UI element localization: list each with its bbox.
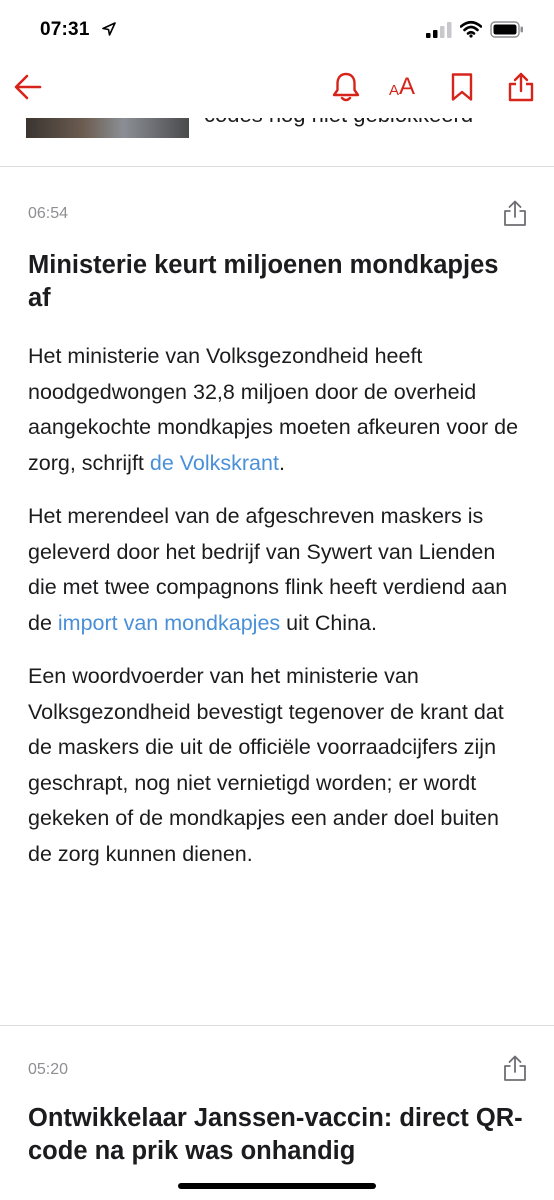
bookmark-icon [451, 73, 473, 101]
status-bar: 07:31 [0, 0, 554, 56]
share-button[interactable] [505, 71, 537, 103]
article-headline: Ontwikkelaar Janssen-vaccin: direct QR-c… [28, 1104, 523, 1165]
share-icon[interactable] [502, 1054, 528, 1082]
battery-icon [490, 21, 523, 38]
arrow-left-icon [14, 74, 42, 100]
article-paragraph: Het ministerie van Volksgezondheid heeft… [28, 339, 528, 481]
news-item: 06:54 Ministerie keurt miljoenen mondkap… [0, 167, 554, 1025]
font-size-button[interactable]: A A [387, 71, 419, 103]
location-arrow-icon [102, 22, 116, 36]
article-headline: Ministerie keurt miljoenen mondkapjes af [28, 251, 499, 312]
article-toolbar: A A [0, 56, 554, 118]
home-indicator[interactable] [178, 1183, 376, 1189]
cellular-signal-icon [426, 22, 452, 38]
paragraph-text: . [278, 450, 285, 475]
article-paragraph: Het merendeel van de afgeschreven masker… [28, 499, 528, 641]
notifications-button[interactable] [330, 71, 362, 103]
back-button[interactable] [12, 71, 44, 103]
article-timestamp: 05:20 [28, 1061, 69, 1078]
volkskrant-link[interactable]: de Volkskrant [150, 451, 279, 475]
article-timestamp: 06:54 [28, 205, 69, 222]
wifi-icon [460, 20, 482, 38]
share-icon[interactable] [502, 199, 528, 227]
bell-icon [332, 72, 360, 102]
font-small-glyph: A [389, 82, 400, 99]
article-paragraph: Een woordvoerder van het ministerie van … [28, 664, 504, 866]
share-icon [508, 72, 534, 102]
font-size-icon: A A [387, 71, 419, 103]
bookmark-button[interactable] [446, 71, 478, 103]
news-item: 05:20 Ontwikkelaar Janssen-vaccin: direc… [0, 1026, 554, 1200]
import-mondkapjes-link[interactable]: import van mondkapjes [58, 611, 280, 635]
article-body: Het ministerie van Volksgezondheid heeft… [28, 339, 528, 890]
font-large-glyph: A [399, 73, 416, 100]
paragraph-text: uit China. [280, 610, 377, 635]
status-time: 07:31 [40, 19, 90, 40]
